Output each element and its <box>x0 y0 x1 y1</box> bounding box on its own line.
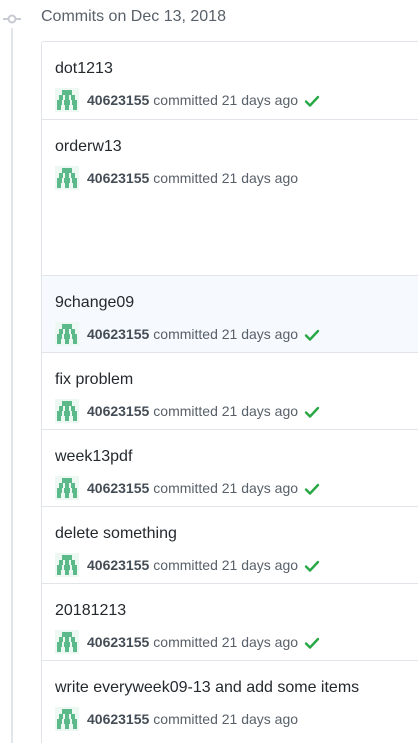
commit-group-title: Commits on Dec 13, 2018 <box>41 8 226 25</box>
commit-author-link[interactable]: 40623155 <box>87 711 149 727</box>
commit-message-link[interactable]: fix problem <box>55 371 133 389</box>
commit-item: write everyweek09-13 and add some items … <box>42 661 418 743</box>
commit-time: committed 21 days ago <box>153 557 299 573</box>
success-check-icon[interactable] <box>304 93 320 109</box>
commit-author-link[interactable]: 40623155 <box>87 326 149 342</box>
commit-item: delete something 40623155 committed 21 d… <box>42 507 418 584</box>
commit-group-header: Commits on Dec 13, 2018 <box>0 0 418 40</box>
success-check-icon[interactable] <box>304 481 320 497</box>
timeline-line <box>11 28 13 743</box>
commit-time: committed 21 days ago <box>153 403 299 419</box>
commit-item: 20181213 40623155 committed 21 days ago <box>42 584 418 661</box>
commit-meta: 40623155 committed 21 days ago <box>55 476 320 500</box>
commit-meta: 40623155 committed 21 days ago <box>55 399 320 423</box>
commit-author-link[interactable]: 40623155 <box>87 170 149 186</box>
commit-message-link[interactable]: write everyweek09-13 and add some items <box>55 679 359 697</box>
commit-time: committed 21 days ago <box>153 92 299 108</box>
commit-meta: 40623155 committed 21 days ago <box>55 630 320 654</box>
author-avatar[interactable] <box>55 166 79 190</box>
author-avatar[interactable] <box>55 630 79 654</box>
commit-message-link[interactable]: dot1213 <box>55 60 113 78</box>
success-check-icon[interactable] <box>304 404 320 420</box>
commit-author-link[interactable]: 40623155 <box>87 480 149 496</box>
author-avatar[interactable] <box>55 707 79 731</box>
author-avatar[interactable] <box>55 88 79 112</box>
commit-author-link[interactable]: 40623155 <box>87 634 149 650</box>
commit-item: dot1213 40623155 committed 21 days ago <box>42 42 418 120</box>
commit-message-link[interactable]: 20181213 <box>55 602 126 620</box>
commit-message-link[interactable]: orderw13 <box>55 138 122 156</box>
success-check-icon[interactable] <box>304 327 320 343</box>
commit-meta: 40623155 committed 21 days ago <box>55 88 320 112</box>
commit-time: committed 21 days ago <box>153 711 299 727</box>
author-avatar[interactable] <box>55 322 79 346</box>
commit-item: week13pdf 40623155 committed 21 days ago <box>42 430 418 507</box>
commit-message-link[interactable]: delete something <box>55 525 177 543</box>
commit-time: committed 21 days ago <box>153 634 299 650</box>
success-check-icon[interactable] <box>304 558 320 574</box>
author-avatar[interactable] <box>55 399 79 423</box>
commit-list: dot1213 40623155 committed 21 days ago o… <box>41 41 418 743</box>
commit-item: fix problem 40623155 committed 21 days a… <box>42 353 418 430</box>
commit-meta: 40623155 committed 21 days ago <box>55 707 298 731</box>
commit-author-link[interactable]: 40623155 <box>87 403 149 419</box>
commit-message-link[interactable]: week13pdf <box>55 448 132 466</box>
git-commit-icon <box>3 10 21 28</box>
author-avatar[interactable] <box>55 553 79 577</box>
commit-message-link[interactable]: 9change09 <box>55 294 134 312</box>
author-avatar[interactable] <box>55 476 79 500</box>
commit-author-link[interactable]: 40623155 <box>87 92 149 108</box>
commit-meta: 40623155 committed 21 days ago <box>55 166 298 190</box>
commit-item: 9change09 40623155 committed 21 days ago <box>42 276 418 353</box>
commit-time: committed 21 days ago <box>153 480 299 496</box>
commit-meta: 40623155 committed 21 days ago <box>55 322 320 346</box>
success-check-icon[interactable] <box>304 635 320 651</box>
commit-meta: 40623155 committed 21 days ago <box>55 553 320 577</box>
commit-author-link[interactable]: 40623155 <box>87 557 149 573</box>
commit-time: committed 21 days ago <box>153 326 299 342</box>
commit-item: orderw13 40623155 committed 21 days ago <box>42 120 418 276</box>
commit-time: committed 21 days ago <box>153 170 299 186</box>
